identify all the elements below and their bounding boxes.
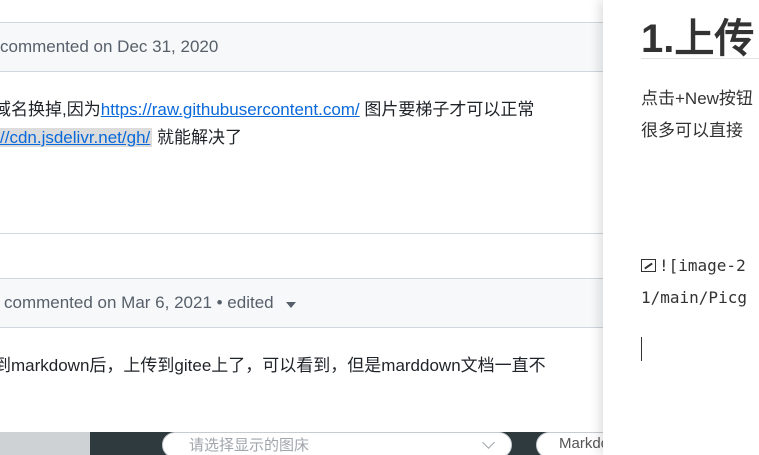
image-markdown-text: ![image-2	[659, 256, 746, 275]
chevron-down-icon[interactable]	[285, 302, 296, 308]
comment-line: 域名换掉,因为https://raw.githubusercontent.com…	[0, 96, 534, 124]
doc-paragraph-line: 点击+New按钮	[641, 89, 753, 108]
doc-heading: 1.上传	[641, 17, 755, 61]
text-cursor	[641, 337, 642, 361]
format-label: Markdown	[559, 435, 603, 452]
comment-meta: commented on Mar 6, 2021 • edited	[4, 293, 274, 312]
doc-paragraph-line: 很多可以直接	[641, 121, 743, 140]
comment-header-2: commented on Mar 6, 2021 • edited	[0, 278, 603, 328]
comment-text: 域名换掉,因为	[0, 100, 101, 119]
github-comments-panel: commented on Dec 31, 2020 域名换掉,因为https:/…	[0, 0, 603, 455]
comment-text: 图片要梯子才可以正常	[359, 100, 535, 119]
comment-text: 到markdown后，上传到gitee上了，可以看到，但是marddown文档一…	[0, 356, 546, 375]
select-placeholder: 请选择显示的图床	[189, 437, 310, 454]
comment-text: 就能解决了	[152, 128, 242, 147]
comment-line: //cdn.jsdelivr.net/gh/ 就能解决了	[0, 124, 242, 152]
markdown-editor[interactable]: 1.上传 点击+New按钮 很多可以直接 ![image-2 1/main/Pi…	[603, 0, 759, 455]
comment-meta: commented on Dec 31, 2020	[0, 37, 219, 56]
image-host-select[interactable]: 请选择显示的图床	[162, 432, 512, 455]
image-markdown-line: 1/main/Picg	[641, 288, 747, 307]
comment-line: 到markdown后，上传到gitee上了，可以看到，但是marddown文档一…	[0, 352, 546, 380]
chevron-down-icon	[482, 436, 495, 449]
image-markdown-line: ![image-2	[641, 256, 746, 275]
comment-header-1: commented on Dec 31, 2020	[0, 22, 603, 72]
heading-underline	[641, 58, 759, 59]
jsdelivr-code-link[interactable]: //cdn.jsdelivr.net/gh/	[0, 128, 153, 147]
raw-githubusercontent-link[interactable]: https://raw.githubusercontent.com/	[101, 100, 360, 119]
timeline-divider	[0, 233, 603, 234]
format-select[interactable]: Markdown	[536, 432, 603, 455]
broken-image-icon	[641, 259, 656, 272]
